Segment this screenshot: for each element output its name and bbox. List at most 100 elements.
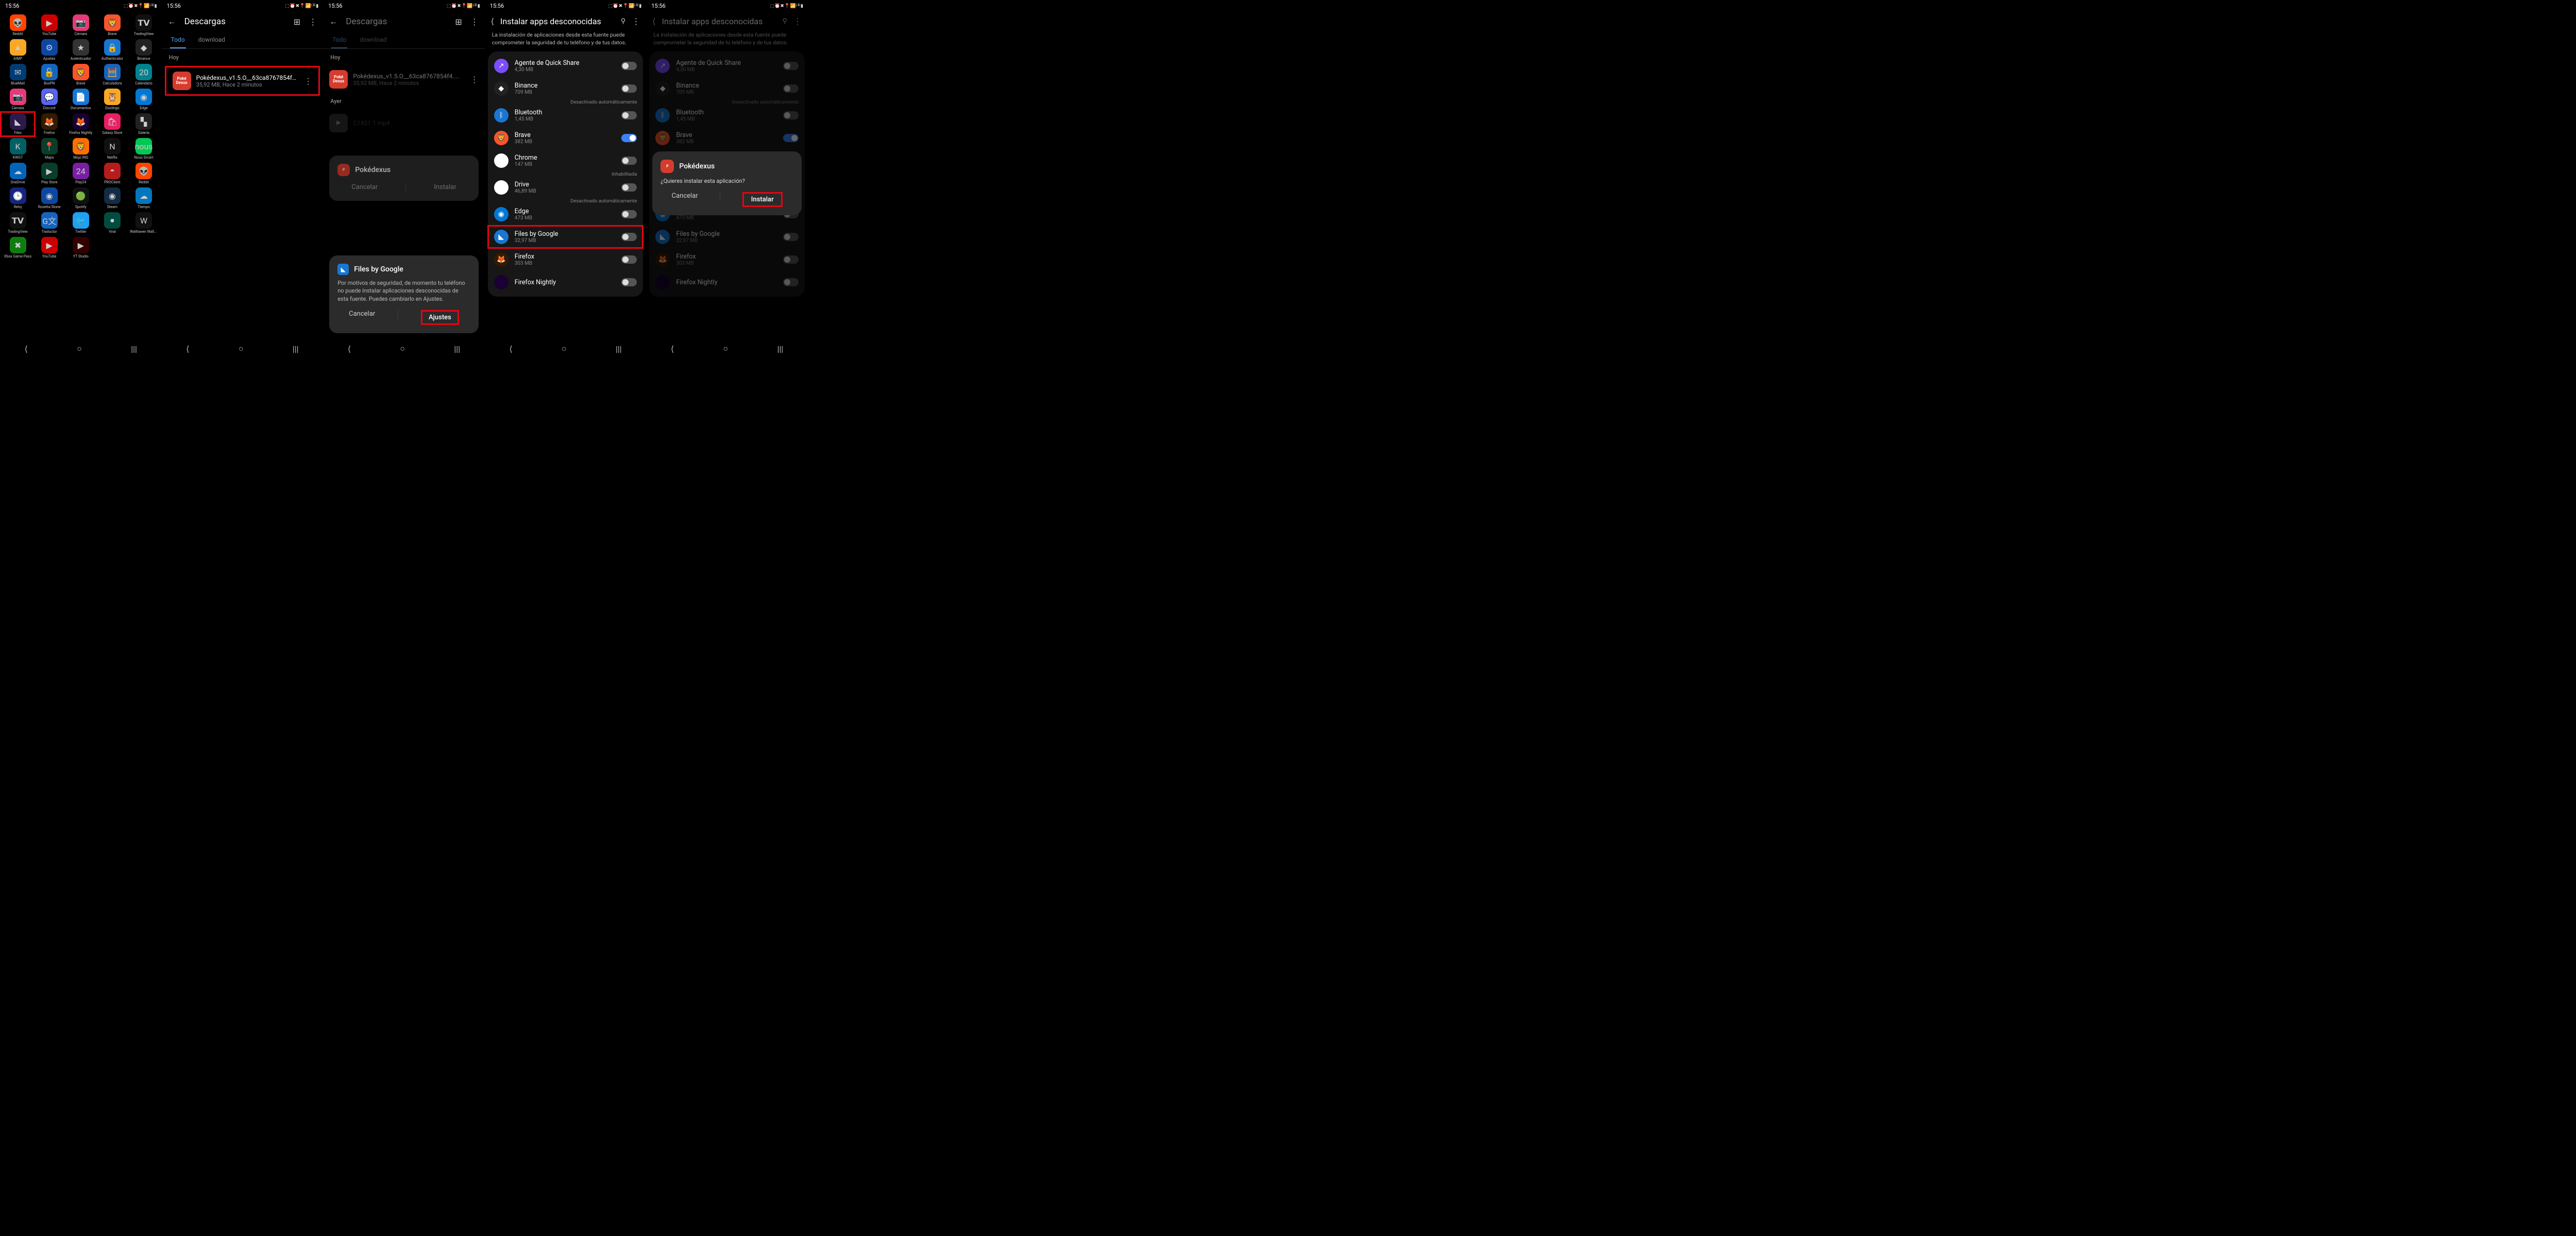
app-discord[interactable]: 💬Discord [33,89,65,110]
grid-view-icon[interactable]: ⊞ [294,17,300,27]
app-reddit[interactable]: 👽Reddit [2,14,33,36]
app-rosetta-stone[interactable]: ◉Rosetta Stone [33,187,65,209]
app-firefox-nightly[interactable]: 🦊Firefox Nightly [65,113,96,135]
nav-back[interactable]: ⟨ [509,344,512,354]
app-brave[interactable]: 🦁Brave [96,14,128,36]
app-name: Binance [676,82,777,90]
tab-download[interactable]: download [197,32,226,48]
app-size: 303 MB [676,261,777,266]
more-icon[interactable]: ⋮ [632,16,640,26]
app-traductor[interactable]: G文Traductor [33,212,65,234]
app-tiempo[interactable]: ☁Tiempo [128,187,159,209]
app-reloj[interactable]: 🕒Reloj [2,187,33,209]
install-button[interactable]: Instalar [742,192,783,207]
app-galer-a[interactable]: ▚Galería [128,113,159,135]
app-play24[interactable]: 24Play24 [65,163,96,184]
nav-recent[interactable]: ||| [131,344,137,354]
allow-toggle[interactable] [621,84,637,93]
app-c-mara[interactable]: 📷Cámara [65,14,96,36]
app-source-binance[interactable]: ◆Binance709 MBDesactivado automáticament… [488,77,643,104]
app-play-store[interactable]: ▶Play Store [33,163,65,184]
allow-toggle[interactable] [621,233,637,241]
app-calendario[interactable]: 20Calendario [128,64,159,85]
cancel-button[interactable]: Cancelar [672,192,698,207]
app-files[interactable]: ◣Files [2,113,33,135]
allow-toggle[interactable] [621,210,637,218]
app-tradingview[interactable]: 𝗧𝗩TradingView [128,14,159,36]
app-source-firefox-nightly[interactable]: Firefox Nightly [488,271,643,294]
back-icon[interactable]: ← [168,16,176,27]
app-proclient[interactable]: ◓PROClient [96,163,128,184]
app-wallhaven-wallp-[interactable]: WWallhaven Wallp… [128,212,159,234]
app-galaxy-store[interactable]: 🛍Galaxy Store [96,113,128,135]
nav-recent[interactable]: ||| [616,344,622,354]
nav-home[interactable]: ○ [562,344,567,354]
app-steam[interactable]: ◉Steam [96,187,128,209]
back-icon[interactable]: ⟨ [491,16,494,26]
nav-back[interactable]: ⟨ [671,344,674,354]
nav-home[interactable]: ○ [239,344,244,354]
nav-back[interactable]: ⟨ [25,344,28,354]
allow-toggle[interactable] [621,111,637,119]
app-youtube[interactable]: ▶YouTube [33,237,65,259]
app-xbox-game-pass[interactable]: ✖Xbox Game Pass [2,237,33,259]
app-tradingview[interactable]: 𝗧𝗩TradingView [2,212,33,234]
allow-toggle[interactable] [621,278,637,286]
app-bluemail[interactable]: ✉BlueMail [2,64,33,85]
nav-home[interactable]: ○ [723,344,728,354]
app-spotify[interactable]: 🟢Spotify [65,187,96,209]
app-calculadora[interactable]: 🧮Calculadora [96,64,128,85]
nav-recent[interactable]: ||| [777,344,784,354]
app-maps[interactable]: 📍Maps [33,138,65,160]
app-ajustes[interactable]: ⚙Ajustes [33,39,65,61]
app-onedrive[interactable]: ☁OneDrive [2,163,33,184]
app-source-agente-de-quick-share[interactable]: ↗Agente de Quick Share4,30 MB [488,55,643,77]
tab-all[interactable]: Todo [170,32,186,48]
app-c-mara[interactable]: 📷Cámara [2,89,33,110]
allow-toggle[interactable] [621,157,637,165]
app-mojo-ing[interactable]: 🦁Mojo ING [65,138,96,160]
app-nous-smart[interactable]: nousNous Smart [128,138,159,160]
app-duolingo[interactable]: 🦉Duolingo [96,89,128,110]
app-aimp[interactable]: ▲AIMP [2,39,33,61]
app-netflix[interactable]: NNetflix [96,138,128,160]
app-source-bluetooth[interactable]: ᛒBluetooth1,45 MB [488,104,643,127]
nav-recent[interactable]: ||| [293,344,299,354]
nav-home[interactable]: ○ [400,344,405,354]
nav-recent[interactable]: ||| [454,344,460,354]
app-kwgt[interactable]: KKWGT [2,138,33,160]
nav-home[interactable]: ○ [77,344,82,354]
app-edge[interactable]: ◉Edge [128,89,159,110]
app-viral[interactable]: ●Viral [96,212,128,234]
app-source-drive[interactable]: ▲Drive46,89 MBDesactivado automáticament… [488,176,643,203]
app-autenticador[interactable]: ★Autenticador [65,39,96,61]
nav-back[interactable]: ⟨ [186,344,189,354]
allow-toggle[interactable] [621,255,637,264]
settings-button[interactable]: Ajustes [421,310,459,325]
app-source-edge[interactable]: ◉Edge473 MB [488,203,643,226]
app-source-brave[interactable]: 🦁Brave382 MB [488,127,643,149]
app-youtube[interactable]: ▶YouTube [33,14,65,36]
app-binance[interactable]: ◆Binance [128,39,159,61]
app-firefox[interactable]: 🦊Firefox [33,113,65,135]
app-twitter[interactable]: 🐦Twitter [65,212,96,234]
app-source-files-by-google[interactable]: ◣Files by Google32,97 MB [488,226,643,248]
app-source-chrome[interactable]: ◉Chrome147 MBInhabilitada [488,149,643,176]
app-source-firefox[interactable]: 🦊Firefox303 MB [488,248,643,271]
app-brave[interactable]: 🦁Brave [65,64,96,85]
allow-toggle[interactable] [621,62,637,70]
app-authenticator[interactable]: 🔒Authenticator [96,39,128,61]
cancel-button[interactable]: Cancelar [349,310,375,325]
app-documentos[interactable]: 📄Documentos [65,89,96,110]
app-boxpn[interactable]: 🔓BoxPN [33,64,65,85]
file-row[interactable]: PokéDexus Pokédexus_v1.5.O__63ca8767854f… [165,66,320,96]
app-yt-studio[interactable]: ▶YT Studio [65,237,96,259]
allow-toggle[interactable] [621,183,637,192]
search-icon[interactable]: ⚲ [621,18,626,25]
nav-back[interactable]: ⟨ [348,344,351,354]
allow-toggle[interactable] [621,134,637,142]
app-reddit[interactable]: 👽Reddit [128,163,159,184]
app-grid[interactable]: 👽Reddit▶YouTube📷Cámara🦁Brave𝗧𝗩TradingVie… [0,11,162,262]
file-more-icon[interactable]: ⋮ [304,76,312,86]
more-icon[interactable]: ⋮ [309,17,317,27]
